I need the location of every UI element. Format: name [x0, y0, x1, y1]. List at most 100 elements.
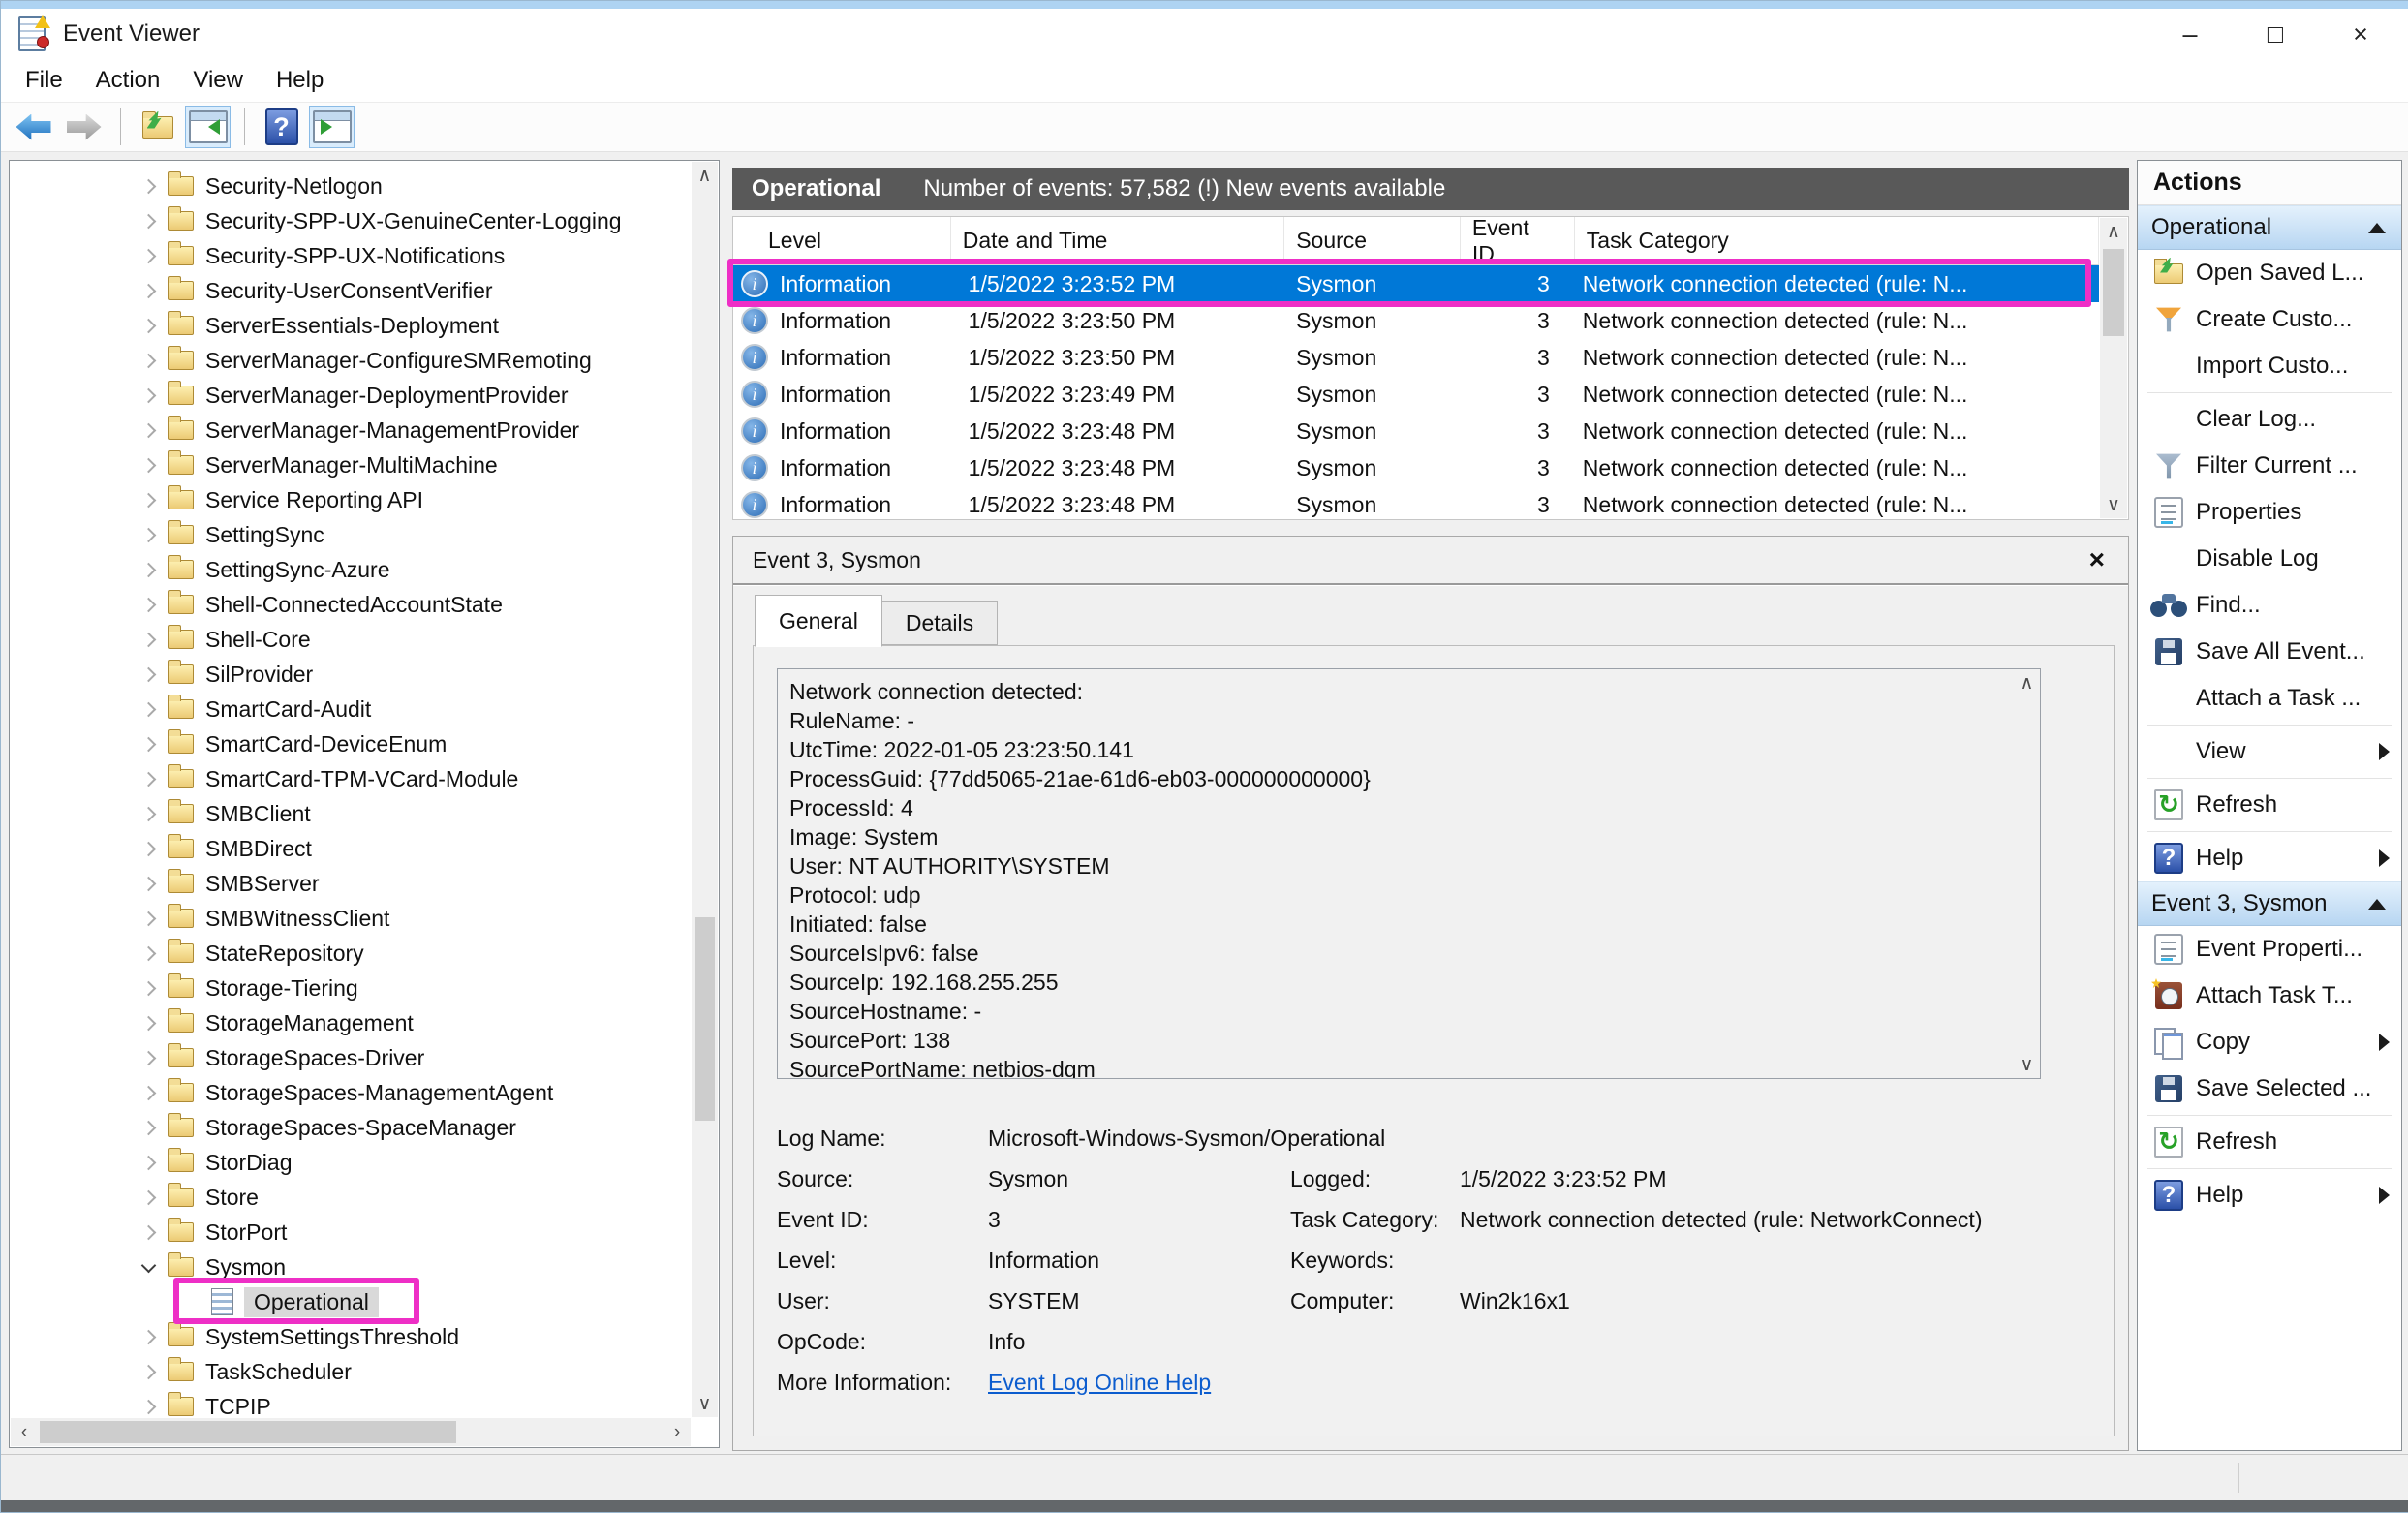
action-open-saved-l[interactable]: Open Saved L...	[2138, 250, 2401, 296]
menu-file[interactable]: File	[9, 67, 79, 94]
table-row[interactable]: iInformation1/5/2022 3:23:48 PMSysmon3Ne…	[733, 413, 2099, 449]
action-event-properti[interactable]: Event Properti...	[2138, 926, 2401, 973]
actions-section-event-3-sysmon[interactable]: Event 3, Sysmon	[2138, 881, 2401, 926]
tree-item-operational[interactable]: Operational	[10, 1284, 688, 1319]
column-header-date-and-time[interactable]: Date and Time	[951, 217, 1284, 264]
tree-item-smartcard-audit[interactable]: SmartCard-Audit	[10, 692, 688, 726]
tree-item-smartcard-tpm-vcard-module[interactable]: SmartCard-TPM-VCard-Module	[10, 761, 688, 796]
column-header-source[interactable]: Source	[1284, 217, 1461, 264]
tree-item-staterepository[interactable]: StateRepository	[10, 936, 688, 971]
tree-item-servermanager-configuresmremoting[interactable]: ServerManager-ConfigureSMRemoting	[10, 343, 688, 378]
chevron-right-icon[interactable]	[141, 945, 157, 961]
chevron-right-icon[interactable]	[141, 387, 157, 403]
action-help[interactable]: ?Help	[2138, 1172, 2401, 1219]
tree-item-smbserver[interactable]: SMBServer	[10, 866, 688, 901]
chevron-right-icon[interactable]	[141, 527, 157, 542]
tree-horizontal-scrollbar[interactable]: ‹›	[11, 1418, 691, 1446]
tree-item-store[interactable]: Store	[10, 1180, 688, 1215]
tree-item-shell-connectedaccountstate[interactable]: Shell-ConnectedAccountState	[10, 587, 688, 622]
column-header-level[interactable]: Level	[733, 217, 951, 264]
column-header-event-id[interactable]: Event ID	[1461, 217, 1575, 264]
tree-item-servermanager-multimachine[interactable]: ServerManager-MultiMachine	[10, 448, 688, 482]
window-minimize-button[interactable]: –	[2147, 9, 2233, 59]
scroll-down-icon[interactable]: ∨	[692, 1390, 718, 1417]
actions-section-operational[interactable]: Operational	[2138, 205, 2401, 250]
action-create-custo[interactable]: Create Custo...	[2138, 296, 2401, 343]
action-refresh[interactable]: ↻Refresh	[2138, 1119, 2401, 1165]
chevron-right-icon[interactable]	[141, 876, 157, 891]
tree-item-taskscheduler[interactable]: TaskScheduler	[10, 1354, 688, 1389]
tree-item-systemsettingsthreshold[interactable]: SystemSettingsThreshold	[10, 1319, 688, 1354]
tree-item-sysmon[interactable]: Sysmon	[10, 1250, 688, 1284]
scroll-up-icon[interactable]: ∧	[2100, 218, 2127, 245]
chevron-right-icon[interactable]	[141, 422, 157, 438]
action-import-custo[interactable]: Import Custo...	[2138, 343, 2401, 389]
show-hide-console-tree-button[interactable]	[185, 106, 231, 148]
scroll-down-icon[interactable]: ∨	[2100, 491, 2127, 518]
chevron-right-icon[interactable]	[141, 562, 157, 577]
chevron-right-icon[interactable]	[141, 632, 157, 647]
menu-view[interactable]: View	[176, 67, 260, 94]
chevron-right-icon[interactable]	[141, 736, 157, 752]
collapse-icon[interactable]	[2368, 899, 2386, 910]
tree-item-security-spp-ux-notifications[interactable]: Security-SPP-UX-Notifications	[10, 238, 688, 273]
tree-item-storport[interactable]: StorPort	[10, 1215, 688, 1250]
chevron-right-icon[interactable]	[141, 1120, 157, 1135]
chevron-right-icon[interactable]	[141, 980, 157, 996]
scrollbar-thumb[interactable]	[695, 917, 715, 1121]
scroll-up-icon[interactable]: ∧	[692, 162, 718, 189]
chevron-right-icon[interactable]	[141, 1155, 157, 1170]
chevron-right-icon[interactable]	[141, 1399, 157, 1414]
tree-item-security-netlogon[interactable]: Security-Netlogon	[10, 169, 688, 203]
tree-item-smartcard-deviceenum[interactable]: SmartCard-DeviceEnum	[10, 726, 688, 761]
tree-item-smbdirect[interactable]: SMBDirect	[10, 831, 688, 866]
events-vertical-scrollbar[interactable]: ∧∨	[2100, 218, 2127, 518]
window-maximize-button[interactable]: □	[2233, 9, 2318, 59]
action-find[interactable]: Find...	[2138, 582, 2401, 629]
chevron-right-icon[interactable]	[141, 1364, 157, 1379]
tree-item-security-userconsentverifier[interactable]: Security-UserConsentVerifier	[10, 273, 688, 308]
tree-item-settingsync[interactable]: SettingSync	[10, 517, 688, 552]
tree-item-security-spp-ux-genuinecenter-logging[interactable]: Security-SPP-UX-GenuineCenter-Logging	[10, 203, 688, 238]
action-attach-a-task[interactable]: Attach a Task ...	[2138, 675, 2401, 722]
chevron-right-icon[interactable]	[141, 1085, 157, 1100]
scroll-down-icon[interactable]: ∨	[2014, 1051, 2040, 1078]
table-row[interactable]: iInformation1/5/2022 3:23:48 PMSysmon3Ne…	[733, 449, 2099, 486]
action-refresh[interactable]: ↻Refresh	[2138, 782, 2401, 828]
event-message-box[interactable]: Network connection detected:RuleName: -U…	[777, 668, 2041, 1079]
back-button[interactable]	[11, 106, 56, 148]
tree-item-shell-core[interactable]: Shell-Core	[10, 622, 688, 657]
chevron-right-icon[interactable]	[141, 771, 157, 787]
scrollbar-thumb[interactable]	[40, 1421, 456, 1443]
tree-item-serveressentials-deployment[interactable]: ServerEssentials-Deployment	[10, 308, 688, 343]
tree-item-storagespaces-spacemanager[interactable]: StorageSpaces-SpaceManager	[10, 1110, 688, 1145]
tree-item-storagemanagement[interactable]: StorageManagement	[10, 1005, 688, 1040]
table-row[interactable]: iInformation1/5/2022 3:23:50 PMSysmon3Ne…	[733, 302, 2099, 339]
chevron-right-icon[interactable]	[141, 457, 157, 473]
chevron-down-icon[interactable]	[141, 1257, 157, 1273]
collapse-icon[interactable]	[2368, 223, 2386, 233]
tab-details[interactable]: Details	[881, 601, 998, 645]
message-vertical-scrollbar[interactable]: ∧∨	[2014, 669, 2040, 1078]
action-copy[interactable]: Copy	[2138, 1019, 2401, 1065]
chevron-right-icon[interactable]	[141, 492, 157, 508]
tree-item-storagespaces-driver[interactable]: StorageSpaces-Driver	[10, 1040, 688, 1075]
chevron-right-icon[interactable]	[141, 666, 157, 682]
chevron-right-icon[interactable]	[141, 806, 157, 821]
chevron-right-icon[interactable]	[141, 178, 157, 194]
show-hide-action-pane-button[interactable]	[309, 106, 355, 148]
tree-item-servermanager-deploymentprovider[interactable]: ServerManager-DeploymentProvider	[10, 378, 688, 413]
action-filter-current[interactable]: Filter Current ...	[2138, 443, 2401, 489]
tree-item-storagespaces-managementagent[interactable]: StorageSpaces-ManagementAgent	[10, 1075, 688, 1110]
action-disable-log[interactable]: Disable Log	[2138, 536, 2401, 582]
tree-item-smbwitnessclient[interactable]: SMBWitnessClient	[10, 901, 688, 936]
chevron-right-icon[interactable]	[141, 1050, 157, 1065]
tree-item-servermanager-managementprovider[interactable]: ServerManager-ManagementProvider	[10, 413, 688, 448]
chevron-right-icon[interactable]	[141, 1015, 157, 1031]
chevron-right-icon[interactable]	[141, 1189, 157, 1205]
action-save-selected[interactable]: Save Selected ...	[2138, 1065, 2401, 1112]
forward-button[interactable]	[61, 106, 107, 148]
tree-vertical-scrollbar[interactable]: ∧∨	[692, 162, 718, 1417]
chevron-right-icon[interactable]	[141, 841, 157, 856]
scrollbar-thumb[interactable]	[2103, 249, 2124, 336]
